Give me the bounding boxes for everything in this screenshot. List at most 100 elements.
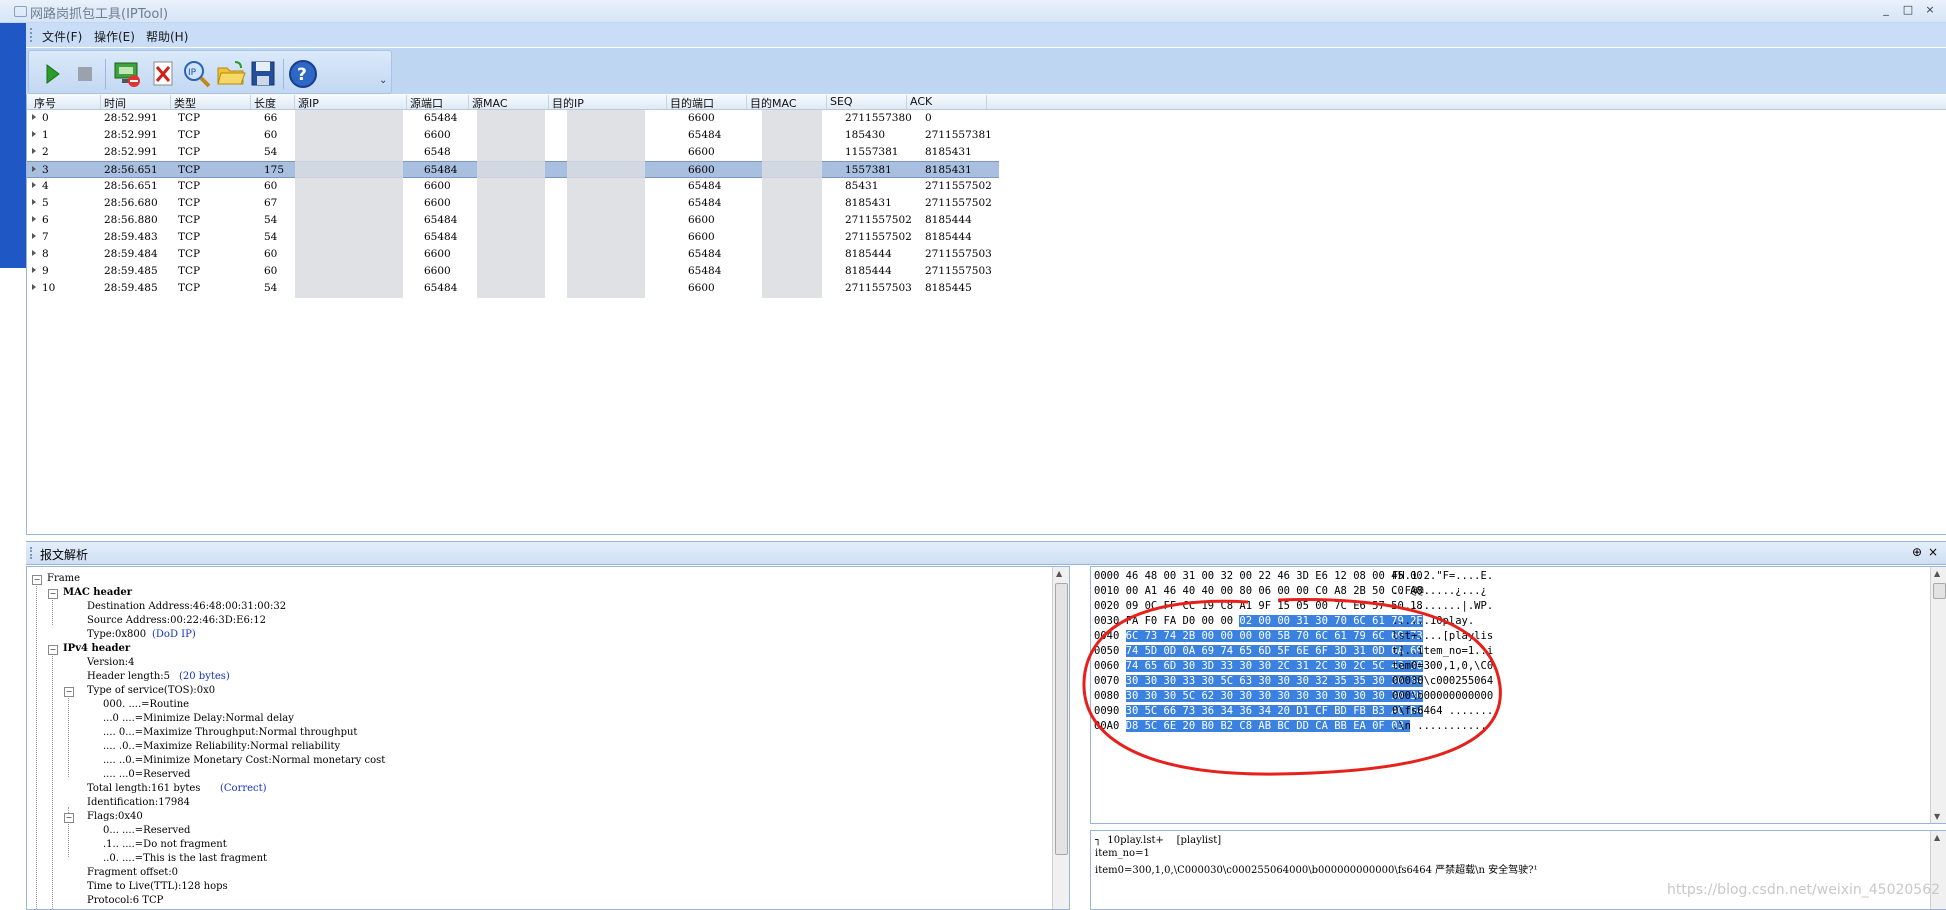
tree-node[interactable]: ...0 ....=Minimize Delay:Normal delay bbox=[103, 713, 294, 724]
tree-node[interactable]: Protocol:6 TCP bbox=[87, 895, 163, 906]
collapse-toggle[interactable]: − bbox=[64, 687, 74, 697]
collapse-toggle[interactable]: − bbox=[64, 813, 74, 823]
play-icon[interactable] bbox=[35, 58, 67, 90]
network-icon[interactable] bbox=[111, 58, 143, 90]
cell-dport: 6600 bbox=[688, 231, 715, 243]
hex-line[interactable]: 0060 74 65 6D 30 3D 33 30 30 2C 31 2C 30… bbox=[1094, 660, 1493, 674]
cell-len: 175 bbox=[264, 164, 285, 176]
row-expand-icon[interactable] bbox=[32, 199, 36, 205]
help-icon[interactable]: ? bbox=[287, 58, 319, 90]
tree-node[interactable]: Destination Address:46:48:00:31:00:32 bbox=[87, 601, 286, 612]
collapse-toggle[interactable]: − bbox=[48, 589, 58, 599]
hex-line[interactable]: 00A0 D8 5C 6E 20 B0 B2 C8 AB BC DD CA BB… bbox=[1094, 720, 1487, 734]
hex-offset: 0040 bbox=[1094, 630, 1120, 642]
tree-node[interactable]: .... 0...=Maximize Throughput:Normal thr… bbox=[103, 727, 357, 738]
tree-node[interactable]: .... ...0=Reserved bbox=[103, 769, 190, 780]
tree-node-tos[interactable]: Type of service(TOS):0x0 bbox=[87, 685, 215, 696]
row-expand-icon[interactable] bbox=[32, 148, 36, 154]
column-header-ack[interactable]: ACK bbox=[907, 95, 987, 109]
hex-line[interactable]: 0020 09 0C FF CC 19 C8 A1 9F 15 05 00 7C… bbox=[1094, 600, 1493, 614]
panel-grip[interactable] bbox=[30, 547, 34, 559]
scroll-thumb[interactable] bbox=[1055, 583, 1068, 855]
maximize-button[interactable]: □ bbox=[1898, 3, 1918, 17]
column-header-seq[interactable]: SEQ bbox=[827, 95, 907, 109]
hex-line[interactable]: 0030 FA F0 FA D0 00 00 02 00 00 31 30 70… bbox=[1094, 615, 1474, 629]
tree-node[interactable]: .1.. ....=Do not fragment bbox=[103, 839, 227, 850]
collapse-toggle[interactable]: − bbox=[32, 575, 42, 585]
row-expand-icon[interactable] bbox=[32, 114, 36, 120]
menu-file[interactable]: 文件(F) bbox=[42, 28, 82, 45]
column-header-type[interactable]: 类型 bbox=[171, 95, 251, 110]
row-expand-icon[interactable] bbox=[32, 267, 36, 273]
tree-node[interactable]: .... ..0.=Minimize Monetary Cost:Normal … bbox=[103, 755, 385, 766]
tree-scrollbar[interactable]: ▲ bbox=[1052, 567, 1069, 909]
toolbar-overflow-button[interactable]: ⌄ bbox=[379, 75, 387, 86]
row-expand-icon[interactable] bbox=[32, 250, 36, 256]
menu-operation[interactable]: 操作(E) bbox=[94, 28, 135, 45]
row-expand-icon[interactable] bbox=[32, 284, 36, 290]
hex-line[interactable]: 0010 00 A1 46 40 40 00 80 06 00 00 C0 A8… bbox=[1094, 585, 1487, 599]
tree-node[interactable]: ..0. ....=This is the last fragment bbox=[103, 853, 267, 864]
menu-help[interactable]: 帮助(H) bbox=[146, 28, 188, 45]
pin-icon[interactable]: ⊕ bbox=[1912, 545, 1922, 559]
close-button[interactable]: × bbox=[1920, 3, 1940, 17]
delete-icon[interactable] bbox=[147, 58, 179, 90]
tree-node[interactable]: Type:0x800 bbox=[87, 629, 146, 640]
column-header-src-mac[interactable]: 源MAC bbox=[469, 95, 549, 110]
cell-sport: 6548 bbox=[424, 146, 451, 158]
column-header-src-ip[interactable]: 源IP bbox=[295, 95, 407, 110]
hex-scrollbar[interactable]: ▲ ▼ bbox=[1930, 567, 1946, 823]
hex-line[interactable]: 0070 30 30 30 33 30 5C 63 30 30 30 32 35… bbox=[1094, 675, 1493, 689]
hex-line[interactable]: 0000 46 48 00 31 00 32 00 22 46 3D E6 12… bbox=[1094, 570, 1493, 584]
hex-line[interactable]: 0080 30 30 30 5C 62 30 30 30 30 30 30 30… bbox=[1094, 690, 1493, 704]
hex-ascii: 00030\c000255064 bbox=[1392, 675, 1494, 687]
minimize-button[interactable]: _ bbox=[1876, 3, 1896, 17]
tree-node[interactable]: Version:4 bbox=[87, 657, 135, 668]
cell-seq: 2711557502 bbox=[845, 231, 912, 243]
tree-node[interactable]: Source Address:00:22:46:3D:E6:12 bbox=[87, 615, 266, 626]
column-header-no[interactable]: 序号 bbox=[31, 95, 101, 110]
tree-node[interactable]: Fragment offset:0 bbox=[87, 867, 178, 878]
column-header-time[interactable]: 时间 bbox=[101, 95, 171, 110]
tree-node[interactable]: 000. ....=Routine bbox=[103, 699, 189, 710]
row-expand-icon[interactable] bbox=[32, 166, 36, 172]
hex-bytes-selected: 30 5C 66 73 36 34 36 34 20 D1 CF BD FB B… bbox=[1125, 705, 1423, 717]
hex-line[interactable]: 0090 30 5C 66 73 36 34 36 34 20 D1 CF BD… bbox=[1094, 705, 1493, 719]
hex-line[interactable]: 0040 6C 73 74 2B 00 00 00 00 5B 70 6C 61… bbox=[1094, 630, 1493, 644]
row-expand-icon[interactable] bbox=[32, 131, 36, 137]
cell-seq: 85431 bbox=[845, 180, 879, 192]
tree-node[interactable]: Header length:5 bbox=[87, 671, 170, 682]
tree-node-ipv4-header[interactable]: IPv4 header bbox=[63, 643, 130, 654]
row-expand-icon[interactable] bbox=[32, 216, 36, 222]
title-bar: 网路岗抓包工具(IPTool) _ □ × bbox=[0, 0, 1946, 23]
close-panel-button[interactable]: × bbox=[1928, 545, 1938, 559]
menu-grip[interactable] bbox=[30, 28, 34, 42]
save-icon[interactable] bbox=[247, 58, 279, 90]
tree-node-flags[interactable]: Flags:0x40 bbox=[87, 811, 143, 822]
tree-node[interactable]: Time to Live(TTL):128 hops bbox=[87, 881, 228, 892]
cell-len: 54 bbox=[264, 231, 278, 243]
scroll-thumb[interactable] bbox=[1933, 583, 1946, 599]
cell-time: 28:56.880 bbox=[104, 214, 158, 226]
column-header-length[interactable]: 长度 bbox=[251, 95, 295, 110]
tree-node[interactable]: 0... ....=Reserved bbox=[103, 825, 190, 836]
column-header-src-port[interactable]: 源端口 bbox=[407, 95, 469, 110]
hex-line[interactable]: 0050 74 5D 0D 0A 69 74 65 6D 5F 6E 6F 3D… bbox=[1094, 645, 1493, 659]
open-folder-icon[interactable] bbox=[215, 58, 247, 90]
tree-node[interactable]: Total length:161 bytes bbox=[87, 783, 200, 794]
stop-icon[interactable] bbox=[69, 58, 101, 90]
ip-search-icon[interactable]: IP bbox=[181, 58, 213, 90]
column-header-dst-ip[interactable]: 目的IP bbox=[549, 95, 667, 110]
cell-type: TCP bbox=[178, 197, 201, 209]
row-expand-icon[interactable] bbox=[32, 182, 36, 188]
collapse-toggle[interactable]: − bbox=[48, 645, 58, 655]
tree-node-frame[interactable]: Frame bbox=[47, 573, 80, 584]
row-expand-icon[interactable] bbox=[32, 233, 36, 239]
column-header-dst-port[interactable]: 目的端口 bbox=[667, 95, 747, 110]
column-header-dst-mac[interactable]: 目的MAC bbox=[747, 95, 827, 110]
tree-node-mac-header[interactable]: MAC header bbox=[63, 587, 132, 598]
cell-type: TCP bbox=[178, 112, 201, 124]
hex-ascii: t]..item_no=1..i bbox=[1392, 645, 1494, 657]
tree-node[interactable]: Identification:17984 bbox=[87, 797, 190, 808]
tree-node[interactable]: .... .0..=Maximize Reliability:Normal re… bbox=[103, 741, 340, 752]
